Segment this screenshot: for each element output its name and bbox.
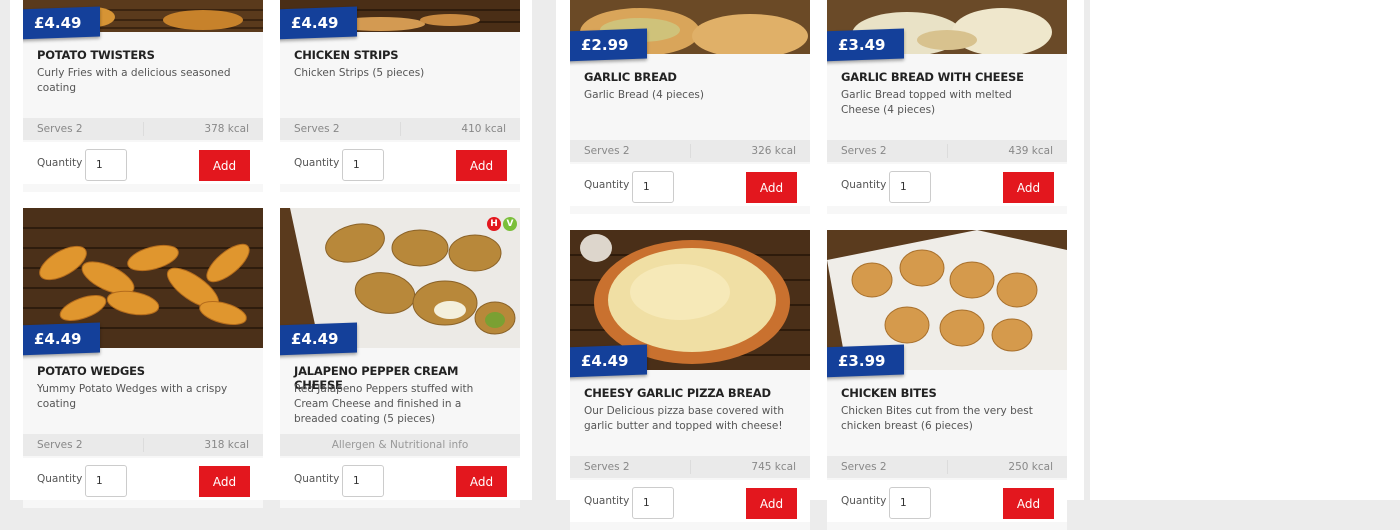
product-card-garlic-bread: £2.99 GARLIC BREAD Garlic Bread (4 piece…: [570, 0, 810, 214]
product-card-chicken-bites: £3.99 CHICKEN BITES Chicken Bites cut fr…: [827, 230, 1067, 530]
serves-label: Serves 2: [584, 145, 630, 157]
price-tag: £4.49: [280, 322, 357, 356]
serves-label: Serves 2: [37, 439, 83, 451]
add-button[interactable]: Add: [1003, 172, 1054, 203]
quantity-input[interactable]: [342, 149, 384, 181]
add-button[interactable]: Add: [456, 466, 507, 497]
product-name: POTATO TWISTERS: [37, 48, 155, 62]
divider: [143, 122, 144, 136]
quantity-input[interactable]: [632, 487, 674, 519]
kcal-label: 410 kcal: [461, 123, 506, 135]
product-description: Chicken Bites cut from the very best chi…: [841, 405, 1033, 432]
product-description: Garlic Bread topped with melted Cheese (…: [841, 89, 1012, 116]
kcal-label: 378 kcal: [204, 123, 249, 135]
product-meta: Serves 2 745 kcal: [570, 456, 810, 478]
quantity-input[interactable]: [889, 171, 931, 203]
price-tag: £2.99: [570, 28, 647, 62]
halal-badge-icon: H: [487, 217, 501, 231]
quantity-label: Quantity: [294, 157, 340, 169]
quantity-row: Quantity Add: [280, 142, 520, 184]
add-button[interactable]: Add: [746, 172, 797, 203]
quantity-input[interactable]: [85, 149, 127, 181]
product-card-jalapeno-pepper-cream-cheese: HV £4.49 JALAPENO PEPPER CREAM CHEESE Re…: [280, 208, 520, 508]
serves-label: Serves 2: [294, 123, 340, 135]
product-meta: Serves 2 250 kcal: [827, 456, 1067, 478]
product-name: GARLIC BREAD WITH CHEESE: [841, 70, 1024, 84]
allergen-link[interactable]: Allergen & Nutritional info: [280, 434, 520, 456]
product-card-potato-twisters: £4.49 POTATO TWISTERS Curly Fries with a…: [23, 0, 263, 192]
vegetarian-badge-icon: V: [503, 217, 517, 231]
kcal-label: 326 kcal: [751, 145, 796, 157]
quantity-row: Quantity Add: [280, 458, 520, 500]
serves-label: Serves 2: [584, 461, 630, 473]
price-tag: £4.49: [23, 6, 100, 40]
quantity-label: Quantity: [841, 179, 887, 191]
product-meta: Serves 2 439 kcal: [827, 140, 1067, 162]
product-name: CHEESY GARLIC PIZZA BREAD: [584, 386, 771, 400]
product-description: Curly Fries with a delicious seasoned co…: [37, 67, 231, 94]
kcal-label: 745 kcal: [751, 461, 796, 473]
product-name: CHICKEN STRIPS: [294, 48, 399, 62]
kcal-label: 250 kcal: [1008, 461, 1053, 473]
kcal-label: 318 kcal: [204, 439, 249, 451]
quantity-label: Quantity: [294, 473, 340, 485]
product-name: POTATO WEDGES: [37, 364, 145, 378]
product-description: Yummy Potato Wedges with a crispy coatin…: [37, 383, 228, 410]
quantity-row: Quantity Add: [570, 480, 810, 522]
quantity-label: Quantity: [584, 495, 630, 507]
divider: [400, 122, 401, 136]
quantity-row: Quantity Add: [23, 142, 263, 184]
allergen-info-row: Allergen & Nutritional info: [280, 434, 520, 456]
product-description: Garlic Bread (4 pieces): [584, 89, 704, 101]
product-description: Red Jalapeno Peppers stuffed with Cream …: [294, 383, 474, 425]
price-tag: £3.49: [827, 28, 904, 62]
product-card-garlic-bread-with-cheese: £3.49 GARLIC BREAD WITH CHEESE Garlic Br…: [827, 0, 1067, 214]
product-card-chicken-strips: £4.49 CHICKEN STRIPS Chicken Strips (5 p…: [280, 0, 520, 192]
price-tag: £4.49: [570, 344, 647, 378]
product-card-cheesy-garlic-pizza-bread: £4.49 CHEESY GARLIC PIZZA BREAD Our Deli…: [570, 230, 810, 530]
quantity-label: Quantity: [37, 157, 83, 169]
page-right-panel: [1090, 0, 1400, 500]
add-button[interactable]: Add: [199, 466, 250, 497]
quantity-label: Quantity: [841, 495, 887, 507]
serves-label: Serves 2: [37, 123, 83, 135]
product-meta: Serves 2 326 kcal: [570, 140, 810, 162]
quantity-row: Quantity Add: [827, 480, 1067, 522]
quantity-input[interactable]: [632, 171, 674, 203]
quantity-label: Quantity: [584, 179, 630, 191]
product-name: CHICKEN BITES: [841, 386, 937, 400]
divider: [690, 460, 691, 474]
price-tag: £4.49: [280, 6, 357, 40]
add-button[interactable]: Add: [199, 150, 250, 181]
kcal-label: 439 kcal: [1008, 145, 1053, 157]
quantity-row: Quantity Add: [827, 164, 1067, 206]
quantity-row: Quantity Add: [570, 164, 810, 206]
add-button[interactable]: Add: [1003, 488, 1054, 519]
serves-label: Serves 2: [841, 461, 887, 473]
divider: [947, 460, 948, 474]
divider: [143, 438, 144, 452]
price-tag: £4.49: [23, 322, 100, 356]
product-meta: Serves 2 410 kcal: [280, 118, 520, 140]
quantity-row: Quantity Add: [23, 458, 263, 500]
product-name: GARLIC BREAD: [584, 70, 677, 84]
quantity-input[interactable]: [342, 465, 384, 497]
dietary-badges: HV: [485, 211, 517, 231]
product-description: Our Delicious pizza base covered with ga…: [584, 405, 784, 432]
product-description: Chicken Strips (5 pieces): [294, 67, 425, 79]
quantity-input[interactable]: [889, 487, 931, 519]
product-meta: Serves 2 318 kcal: [23, 434, 263, 456]
divider: [690, 144, 691, 158]
product-card-potato-wedges: £4.49 POTATO WEDGES Yummy Potato Wedges …: [23, 208, 263, 508]
serves-label: Serves 2: [841, 145, 887, 157]
add-button[interactable]: Add: [456, 150, 507, 181]
divider: [947, 144, 948, 158]
price-tag: £3.99: [827, 344, 904, 378]
quantity-input[interactable]: [85, 465, 127, 497]
product-meta: Serves 2 378 kcal: [23, 118, 263, 140]
add-button[interactable]: Add: [746, 488, 797, 519]
quantity-label: Quantity: [37, 473, 83, 485]
